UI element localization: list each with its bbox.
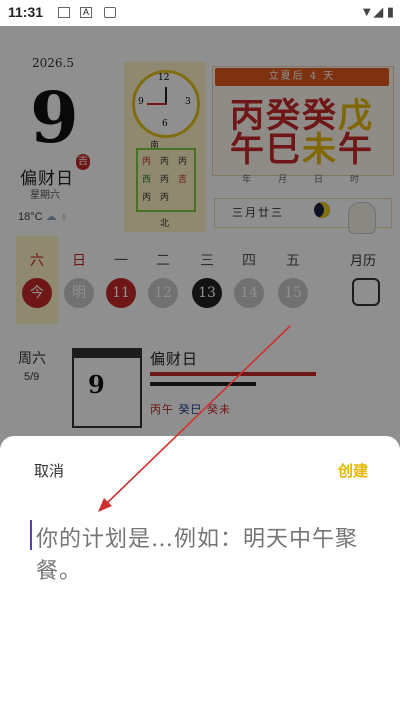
text-a-icon: A [80,7,92,18]
create-plan-sheet: 取消 创建 [0,436,400,710]
cancel-button[interactable]: 取消 [34,460,64,481]
status-time: 11:31 [8,4,44,20]
status-bar: 11:31 A ▼◢ ▮ [0,0,400,26]
create-button[interactable]: 创建 [338,460,368,481]
text-cursor [30,520,32,550]
signal-battery-icons: ▼◢ ▮ [360,4,394,19]
plan-input[interactable] [34,522,368,606]
keyboard-icon [104,7,116,18]
image-icon [58,7,70,18]
